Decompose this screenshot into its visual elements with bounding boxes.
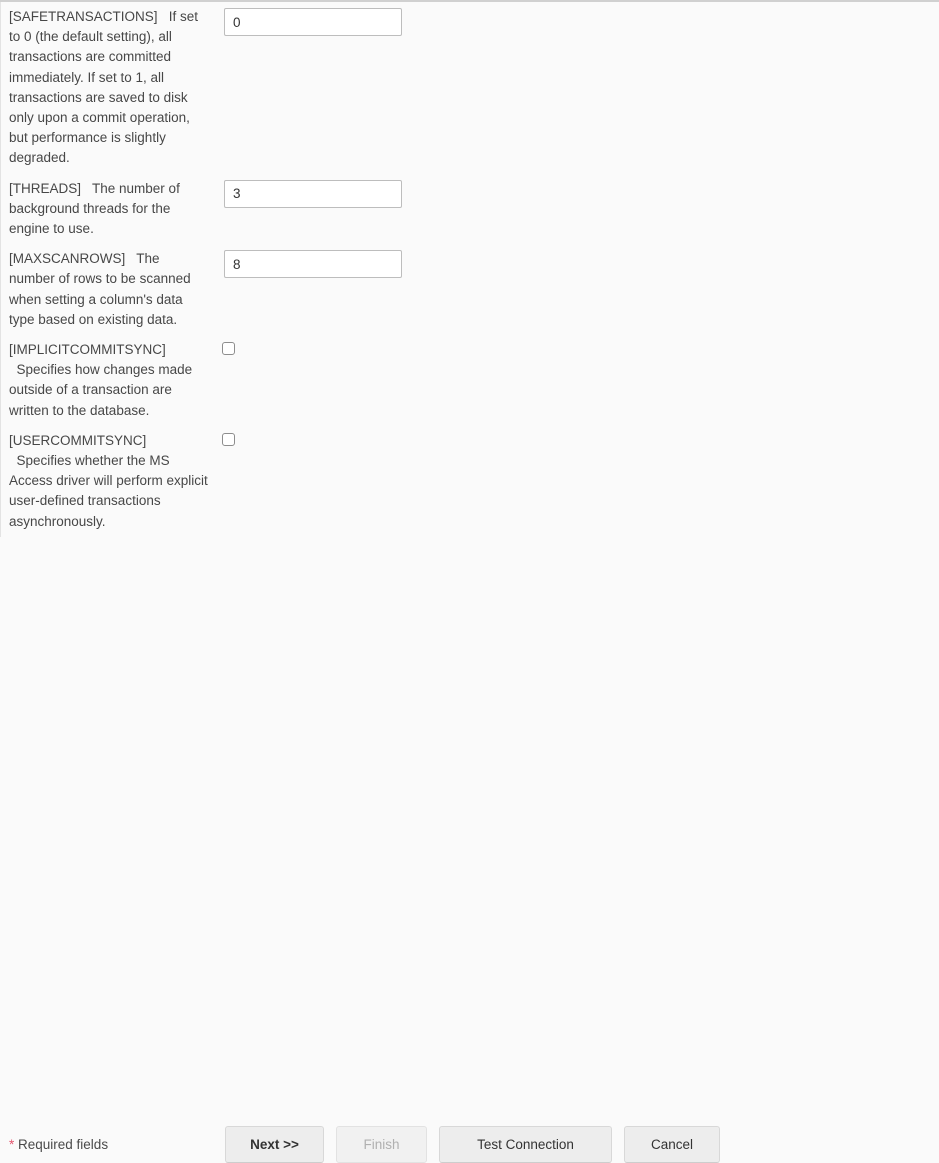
field-control-implicitcommitsync xyxy=(219,335,720,365)
field-label-implicitcommitsync: [IMPLICITCOMMITSYNC] Specifies how chang… xyxy=(9,342,193,418)
form-row: [SAFETRANSACTIONS] If set to 0 (the defa… xyxy=(1,2,720,174)
field-control-threads xyxy=(219,174,720,213)
threads-input[interactable] xyxy=(224,179,402,208)
field-control-usercommitsync xyxy=(219,426,720,456)
safetransactions-input[interactable] xyxy=(224,8,402,36)
next-button[interactable]: Next >> xyxy=(225,1126,324,1163)
form-row: [THREADS] The number of background threa… xyxy=(1,174,720,245)
field-label-maxscanrows: [MAXSCANROWS] The number of rows to be s… xyxy=(9,251,195,327)
test-connection-button[interactable]: Test Connection xyxy=(439,1126,612,1163)
settings-form: [SAFETRANSACTIONS] If set to 0 (the defa… xyxy=(0,2,720,537)
required-fields-label: Required fields xyxy=(14,1137,109,1152)
required-fields-note: * Required fields xyxy=(9,1136,108,1154)
action-bar: * Required fields Next >> Finish Test Co… xyxy=(0,560,939,1163)
implicitcommitsync-checkbox[interactable] xyxy=(222,342,235,356)
form-row: [IMPLICITCOMMITSYNC] Specifies how chang… xyxy=(1,335,720,426)
field-label-threads: [THREADS] The number of background threa… xyxy=(9,180,184,237)
field-control-maxscanrows xyxy=(219,244,720,283)
field-control-safetransactions xyxy=(219,2,720,41)
maxscanrows-input[interactable] xyxy=(224,250,402,279)
finish-button: Finish xyxy=(336,1126,427,1163)
button-group: Next >> Finish Test Connection Cancel xyxy=(225,1126,720,1163)
cancel-button[interactable]: Cancel xyxy=(624,1126,720,1163)
connection-settings-page: [SAFETRANSACTIONS] If set to 0 (the defa… xyxy=(0,0,939,1163)
field-label-usercommitsync: [USERCOMMITSYNC] Specifies whether the M… xyxy=(9,432,208,529)
form-row: [MAXSCANROWS] The number of rows to be s… xyxy=(1,244,720,335)
usercommitsync-checkbox[interactable] xyxy=(222,432,235,446)
form-row: [USERCOMMITSYNC] Specifies whether the M… xyxy=(1,426,720,537)
field-label-safetransactions: [SAFETRANSACTIONS] If set to 0 (the defa… xyxy=(9,9,202,166)
